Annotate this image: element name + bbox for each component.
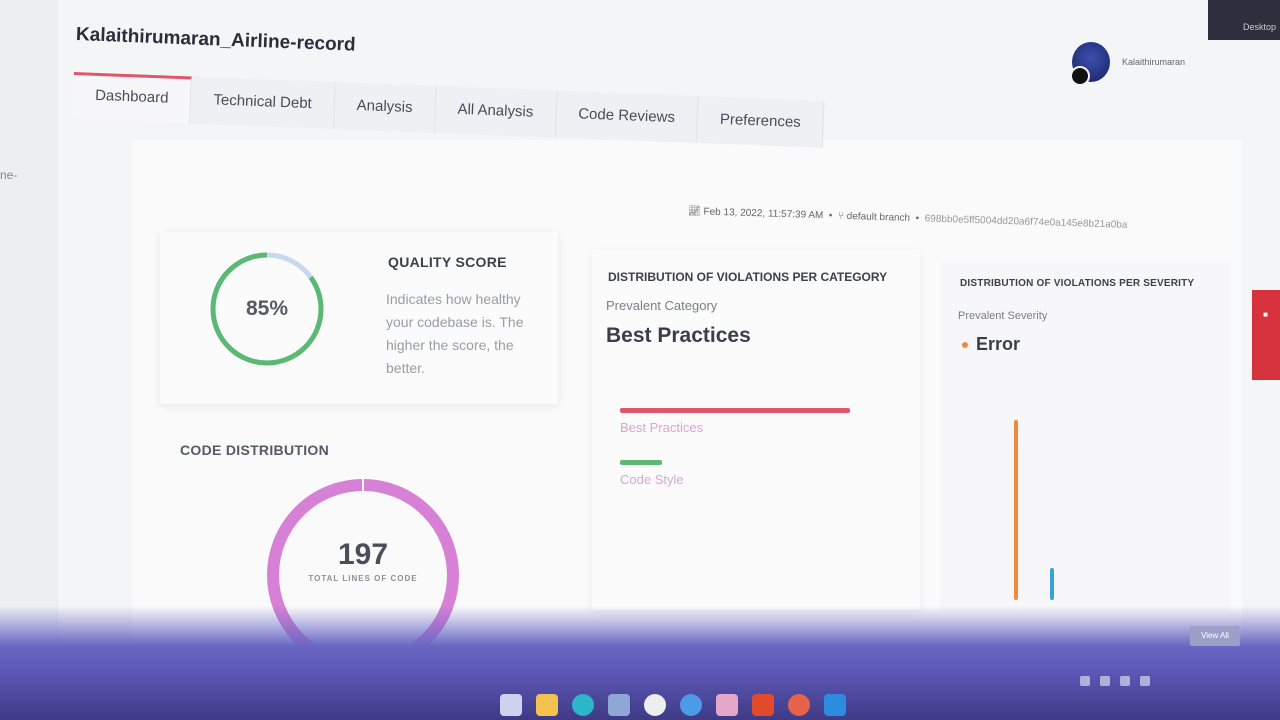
prevalent-category-label: Prevalent Category: [606, 298, 718, 313]
total-lines-value: 197: [337, 538, 389, 571]
top-right-strip: Desktop: [1208, 0, 1280, 40]
quality-score-description: Indicates how healthy your codebase is. …: [386, 291, 524, 376]
branch-name[interactable]: default branch: [847, 211, 911, 224]
feedback-tab[interactable]: ■: [1252, 290, 1280, 380]
view-all-button[interactable]: View All: [1190, 626, 1240, 646]
store-icon[interactable]: [608, 694, 630, 716]
battery-icon[interactable]: [1140, 676, 1150, 686]
tab-code-reviews[interactable]: Code Reviews: [555, 90, 699, 143]
category-distribution-card: DISTRIBUTION OF VIOLATIONS PER CATEGORY …: [592, 250, 920, 610]
severity-distribution-card: DISTRIBUTION OF VIOLATIONS PER SEVERITY …: [940, 262, 1230, 612]
network-icon[interactable]: [1100, 676, 1110, 686]
tab-dashboard[interactable]: Dashboard: [72, 72, 193, 124]
prevalent-category-value: Best Practices: [606, 324, 751, 347]
severity-card-title: DISTRIBUTION OF VIOLATIONS PER SEVERITY: [960, 278, 1195, 289]
help-icon[interactable]: [680, 694, 702, 716]
search-icon[interactable]: [500, 694, 522, 716]
chart-icon: 📈︎: [687, 206, 701, 218]
github-icon: [1070, 66, 1090, 86]
windows-taskbar: [500, 694, 846, 716]
prevalent-severity-value: Error: [976, 334, 1021, 354]
user-menu[interactable]: Kalaithirumaran: [1070, 42, 1186, 86]
total-lines-label: TOTAL LINES OF CODE: [308, 574, 418, 583]
severity-dot-icon: [962, 342, 968, 349]
tab-technical-debt[interactable]: Technical Debt: [190, 76, 336, 130]
severity-bar-secondary[interactable]: [1050, 568, 1054, 600]
code-distribution-title: CODE DISTRIBUTION: [180, 442, 329, 458]
tab-analysis[interactable]: Analysis: [333, 82, 437, 133]
prevalent-severity-label: Prevalent Severity: [958, 310, 1048, 322]
vscode-icon[interactable]: [824, 694, 846, 716]
volume-icon[interactable]: [1120, 676, 1130, 686]
quality-score-title: QUALITY SCORE: [388, 254, 507, 270]
office-icon[interactable]: [752, 694, 774, 716]
category-bar-code-style[interactable]: [620, 460, 662, 465]
edge-icon[interactable]: [572, 694, 594, 716]
edge-text-fragment: ne-: [0, 168, 18, 182]
severity-bar-error[interactable]: [1014, 420, 1018, 600]
github-desktop-icon[interactable]: [644, 694, 666, 716]
quality-score-value: 85%: [245, 297, 289, 320]
branch-icon: ⑂: [837, 210, 845, 222]
tab-all-analysis[interactable]: All Analysis: [434, 85, 558, 138]
cat-icon[interactable]: [716, 694, 738, 716]
category-label-code-style: Code Style: [620, 472, 684, 487]
prevalent-severity: Error: [962, 334, 1020, 355]
username: Kalaithirumaran: [1122, 57, 1186, 67]
folder-icon[interactable]: [536, 694, 558, 716]
system-tray: [1080, 676, 1150, 686]
avatar[interactable]: [1070, 42, 1110, 86]
chevron-up-icon[interactable]: [1080, 676, 1090, 686]
chrome-icon[interactable]: [788, 694, 810, 716]
feedback-tab-icon: ■: [1261, 310, 1270, 319]
category-bar-best-practices[interactable]: [620, 408, 850, 413]
left-bezel: ne-: [0, 0, 58, 690]
tab-preferences[interactable]: Preferences: [696, 96, 825, 148]
top-strip-label: Desktop: [1242, 22, 1276, 32]
category-card-title: DISTRIBUTION OF VIOLATIONS PER CATEGORY: [608, 270, 888, 284]
quality-score-card: 85% QUALITY SCORE Indicates how healthy …: [160, 232, 558, 404]
quality-ring: 85%: [208, 250, 326, 368]
category-label-best-practices: Best Practices: [620, 420, 704, 435]
